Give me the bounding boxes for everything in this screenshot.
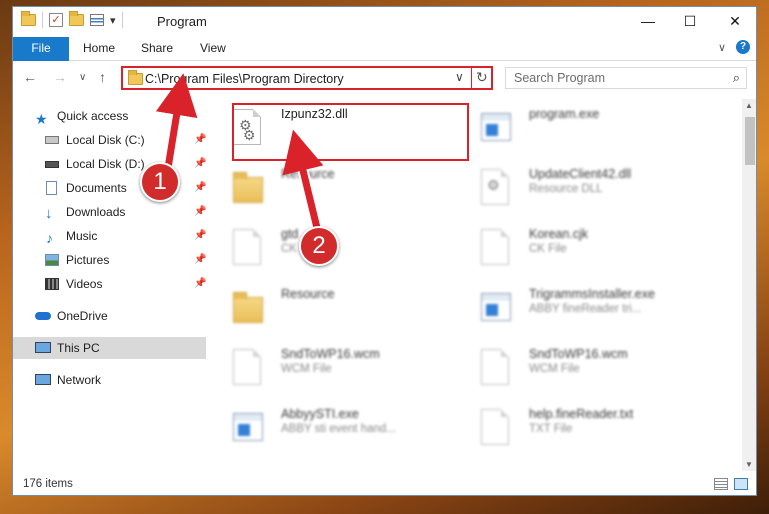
step-2-badge: 2 — [299, 226, 339, 266]
arrow-2 — [282, 129, 324, 236]
annotation-arrows — [155, 73, 324, 238]
step-1-badge: 1 — [140, 162, 180, 202]
